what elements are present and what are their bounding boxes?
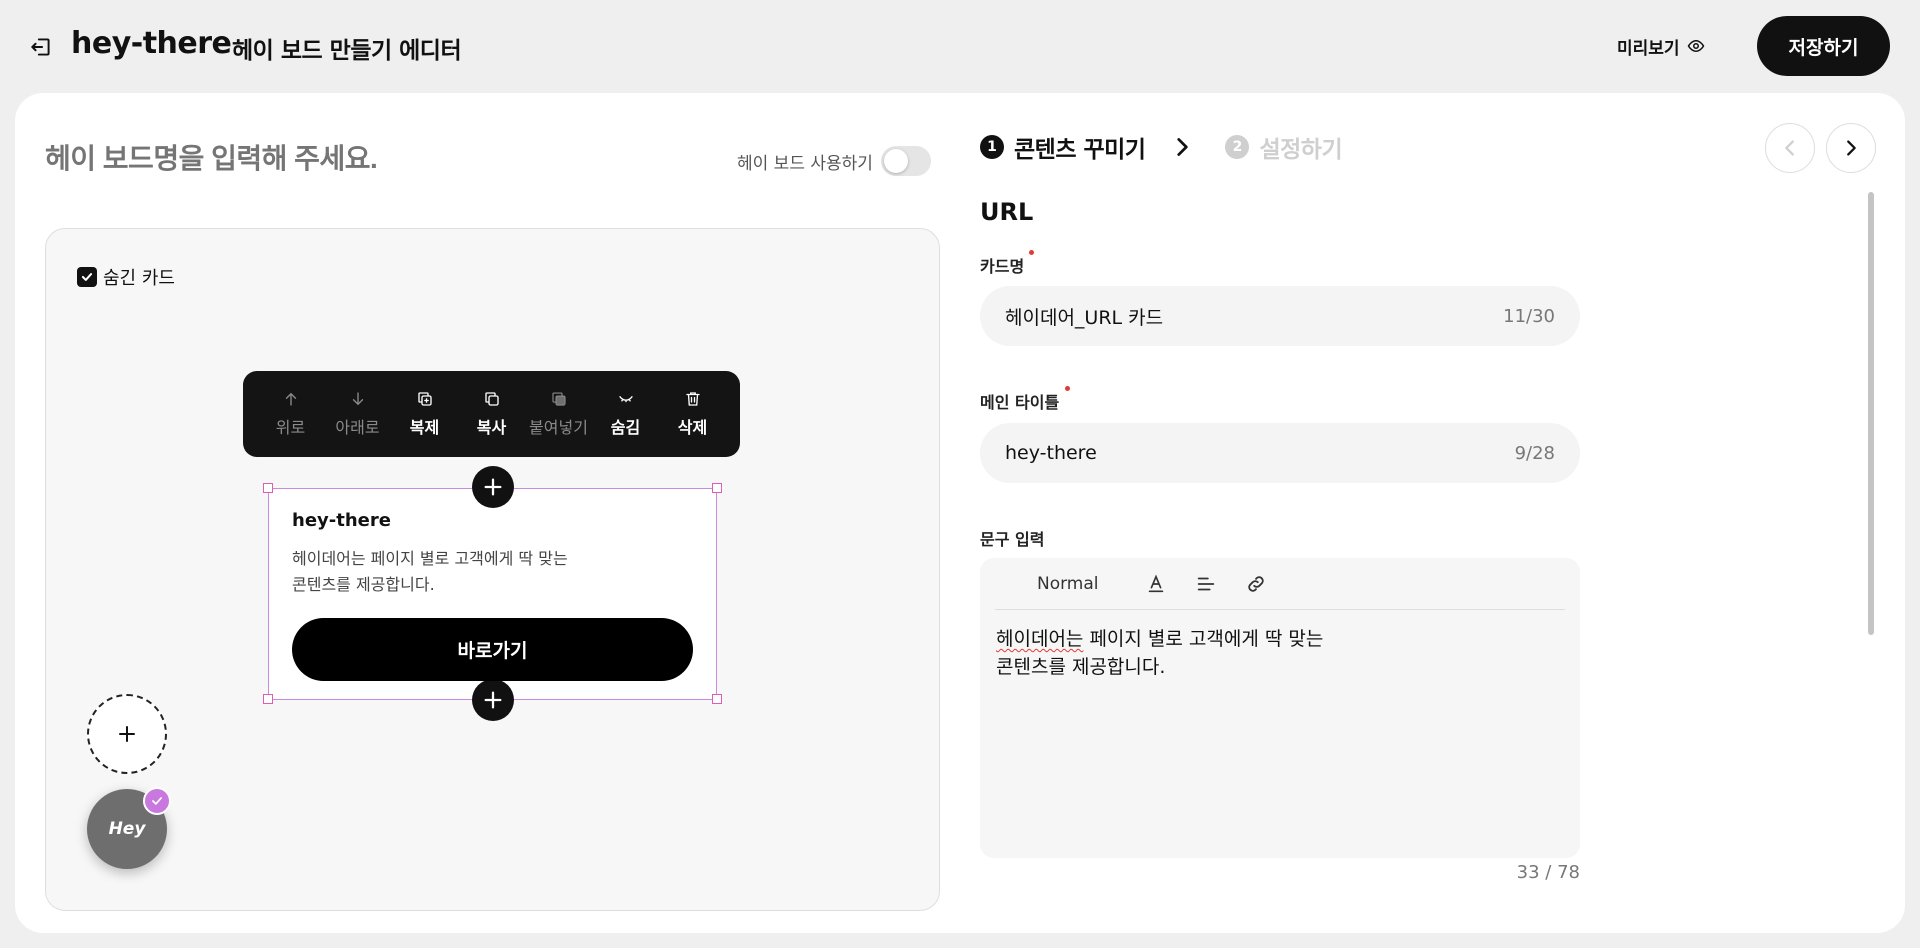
step-2-number: 2 [1225, 135, 1250, 159]
card-body-text: 헤이데어는 페이지 별로 고객에게 딱 맞는 콘텐츠를 제공합니다. [292, 549, 568, 594]
text-input-label: 문구 입력 [980, 530, 1045, 549]
step-2-label[interactable]: 설정하기 [1259, 130, 1342, 164]
card-name-label: 카드명 [980, 257, 1025, 276]
hide-button[interactable]: 숨김 [592, 390, 659, 438]
card-title: hey-there [292, 510, 391, 531]
text-counter: 33 / 78 [1516, 862, 1580, 883]
check-icon [81, 273, 93, 281]
required-dot [1065, 386, 1070, 391]
card-action-toolbar: 위로 아래로 복제 복사 붙여넣기 숨김 삭제 [243, 371, 740, 457]
delete-button[interactable]: 삭제 [659, 390, 726, 438]
rich-text-editor[interactable]: Normal 헤이데어는 페이지 별로 고객에게 딱 맞는콘텐츠를 제공합니다. [980, 558, 1580, 858]
step-indicator: 1 콘텐츠 꾸미기 2 설정하기 [980, 130, 1343, 164]
required-dot [1029, 250, 1034, 255]
section-title: URL [980, 198, 1034, 226]
form-scrollbar[interactable] [1868, 192, 1874, 635]
link-icon[interactable] [1245, 573, 1267, 595]
plus-icon [119, 726, 135, 742]
editor-line2: 콘텐츠를 제공합니다. [996, 656, 1166, 678]
format-select[interactable]: Normal [1037, 574, 1099, 594]
hidden-card-checkbox[interactable] [77, 267, 97, 287]
step-1-label[interactable]: 콘텐츠 꾸미기 [1014, 130, 1146, 164]
duplicate-icon [417, 392, 432, 406]
toggle-knob [883, 149, 908, 173]
use-board-label: 헤이 보드 사용하기 [737, 153, 873, 174]
eye-icon [1687, 39, 1704, 53]
main-title-input[interactable]: hey-there 9/28 [980, 423, 1580, 483]
card-name-value: 헤이데어_URL 카드 [1005, 306, 1164, 329]
card-name-counter: 11/30 [1503, 305, 1555, 327]
check-badge [143, 787, 171, 815]
resize-handle[interactable] [263, 694, 273, 704]
add-card-above-button[interactable] [472, 466, 514, 508]
trash-icon [685, 392, 700, 406]
hidden-card-label: 숨긴 카드 [103, 268, 175, 289]
add-card-below-button[interactable] [472, 679, 514, 721]
preview-label: 미리보기 [1617, 38, 1680, 59]
copy-label: 복사 [476, 418, 507, 437]
main-title-label: 메인 타이틀 [980, 393, 1060, 412]
editor-toolbar: Normal [995, 558, 1565, 610]
move-down-button[interactable]: 아래로 [324, 390, 391, 438]
move-up-label: 위로 [275, 418, 306, 437]
chevron-right-icon [1847, 140, 1856, 156]
plus-icon [484, 478, 502, 496]
chevron-left-icon [1785, 140, 1794, 156]
duplicate-label: 복제 [409, 418, 440, 437]
brand-logo: hey-there [71, 26, 232, 61]
editor-line1-rest: 페이지 별로 고객에게 딱 맞는 [1083, 628, 1324, 650]
move-up-button[interactable]: 위로 [257, 390, 324, 438]
top-header: hey-there 헤이 보드 만들기 에디터 미리보기 저장하기 [0, 0, 1920, 92]
resize-handle[interactable] [712, 694, 722, 704]
copy-button[interactable]: 복사 [458, 390, 525, 438]
paste-button[interactable]: 붙여넣기 [525, 390, 592, 438]
misspelled-word: 헤이데어는 [996, 628, 1084, 650]
use-board-toggle[interactable] [880, 146, 931, 176]
exit-icon[interactable] [28, 34, 54, 60]
plus-icon [484, 691, 502, 709]
next-step-button[interactable] [1826, 123, 1876, 173]
eye-closed-icon [618, 396, 633, 403]
hide-label: 숨김 [610, 418, 641, 437]
editor-content[interactable]: 헤이데어는 페이지 별로 고객에게 딱 맞는콘텐츠를 제공합니다. [996, 625, 1556, 681]
card-name-input[interactable]: 헤이데어_URL 카드 11/30 [980, 286, 1580, 346]
main-title-value: hey-there [1005, 442, 1097, 464]
page-title: 헤이 보드 만들기 에디터 [232, 38, 462, 64]
use-board-toggle-row: 헤이 보드 사용하기 [737, 146, 931, 176]
check-icon [152, 797, 162, 805]
chevron-right-icon [1177, 138, 1189, 156]
paste-label: 붙여넣기 [529, 418, 588, 437]
resize-handle[interactable] [263, 483, 273, 493]
paste-icon [551, 392, 566, 406]
goto-button[interactable]: 바로가기 [292, 618, 693, 681]
board-name-input[interactable] [45, 143, 685, 175]
save-button[interactable]: 저장하기 [1757, 16, 1890, 76]
step-1-number: 1 [980, 135, 1004, 159]
copy-icon [484, 392, 499, 406]
arrow-up-icon [285, 392, 296, 406]
move-down-label: 아래로 [335, 418, 380, 437]
duplicate-button[interactable]: 복제 [391, 390, 458, 438]
add-new-card-button[interactable] [87, 694, 167, 774]
main-title-counter: 9/28 [1514, 442, 1555, 464]
hidden-card-checkbox-row[interactable]: 숨긴 카드 [77, 264, 175, 290]
preview-button[interactable]: 미리보기 [1617, 33, 1705, 59]
prev-step-button[interactable] [1765, 123, 1815, 173]
delete-label: 삭제 [677, 418, 708, 437]
align-left-icon[interactable] [1195, 573, 1217, 595]
text-color-icon[interactable] [1145, 573, 1167, 595]
arrow-down-icon [352, 392, 363, 406]
resize-handle[interactable] [712, 483, 722, 493]
